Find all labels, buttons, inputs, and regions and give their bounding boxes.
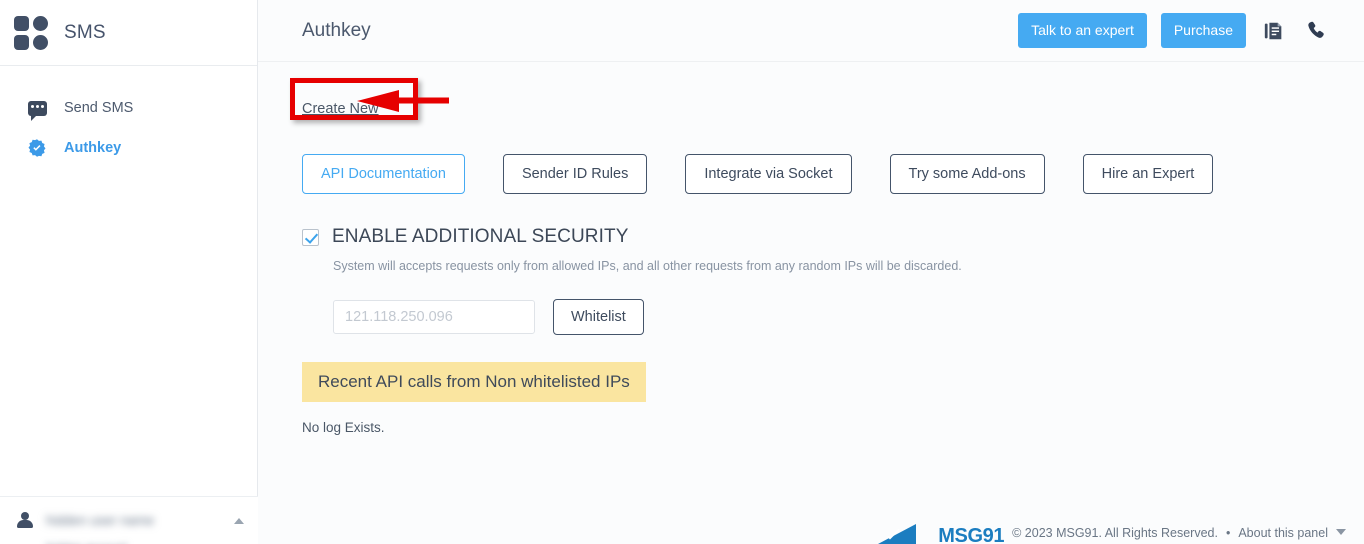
- chevron-down-icon[interactable]: [1336, 529, 1346, 535]
- create-new-link[interactable]: Create New: [302, 101, 379, 117]
- main-panel: Authkey Talk to an expert Purchase Creat…: [258, 0, 1364, 544]
- tab-integrate-via-socket[interactable]: Integrate via Socket: [685, 154, 852, 194]
- recent-api-calls-banner: Recent API calls from Non whitelisted IP…: [302, 362, 646, 402]
- footer-copyright: © 2023 MSG91. All Rights Reserved.: [1012, 526, 1218, 540]
- sidebar: SMS Send SMS Authkey hidden user name: [0, 0, 258, 544]
- security-description: System will accepts requests only from a…: [333, 259, 962, 273]
- verified-badge-icon: [26, 137, 48, 159]
- phone-icon[interactable]: [1302, 20, 1330, 42]
- brand-title: SMS: [64, 21, 106, 43]
- security-header: ENABLE ADDITIONAL SECURITY: [302, 226, 1320, 248]
- user-subtitle: hidden account: [46, 540, 127, 544]
- grid-icon: [14, 15, 48, 50]
- security-title: ENABLE ADDITIONAL SECURITY: [332, 226, 629, 247]
- tab-sender-id-rules[interactable]: Sender ID Rules: [502, 154, 648, 194]
- sidebar-item-label: Send SMS: [64, 100, 134, 116]
- user-icon: [16, 511, 34, 530]
- enable-additional-security-checkbox[interactable]: [302, 228, 319, 246]
- content-area: Create New API Documentation Sender ID R…: [258, 62, 1364, 435]
- footer: MSG91 © 2023 MSG91. All Rights Reserved.…: [258, 516, 1364, 544]
- top-bar: Authkey Talk to an expert Purchase: [258, 0, 1364, 62]
- sidebar-item-send-sms[interactable]: Send SMS: [0, 88, 257, 128]
- chevron-up-icon[interactable]: [234, 517, 244, 524]
- purchase-button[interactable]: Purchase: [1160, 13, 1246, 48]
- sidebar-nav: Send SMS Authkey: [0, 66, 257, 168]
- sidebar-brand[interactable]: SMS: [0, 0, 257, 66]
- user-name: hidden user name: [46, 513, 155, 528]
- sidebar-item-authkey[interactable]: Authkey: [0, 128, 257, 168]
- action-tabs: API Documentation Sender ID Rules Integr…: [302, 154, 1320, 194]
- msg91-logo: MSG91: [876, 518, 1005, 544]
- tab-hire-an-expert[interactable]: Hire an Expert: [1082, 154, 1214, 194]
- app-root: SMS Send SMS Authkey hidden user name Au…: [0, 0, 1364, 544]
- chat-bubble-icon: [26, 97, 48, 121]
- document-icon[interactable]: [1260, 20, 1288, 42]
- tab-api-documentation[interactable]: API Documentation: [302, 154, 465, 194]
- tab-try-some-add-ons[interactable]: Try some Add-ons: [889, 154, 1045, 194]
- top-bar-actions: Talk to an expert Purchase: [1018, 13, 1330, 48]
- footer-brand: MSG91: [938, 525, 1005, 544]
- page-title: Authkey: [302, 19, 371, 41]
- whitelist-button[interactable]: Whitelist: [553, 299, 644, 335]
- no-log-text: No log Exists.: [302, 420, 385, 435]
- ip-address-input[interactable]: [333, 300, 535, 334]
- footer-separator: •: [1225, 526, 1231, 540]
- sidebar-item-label: Authkey: [64, 140, 122, 156]
- create-new-row: Create New: [302, 86, 1320, 132]
- talk-to-expert-button[interactable]: Talk to an expert: [1018, 13, 1147, 48]
- about-this-panel-link[interactable]: About this panel: [1238, 526, 1328, 540]
- ip-whitelist-row: Whitelist: [333, 299, 1320, 335]
- sidebar-user-row[interactable]: hidden user name hidden account: [0, 496, 258, 544]
